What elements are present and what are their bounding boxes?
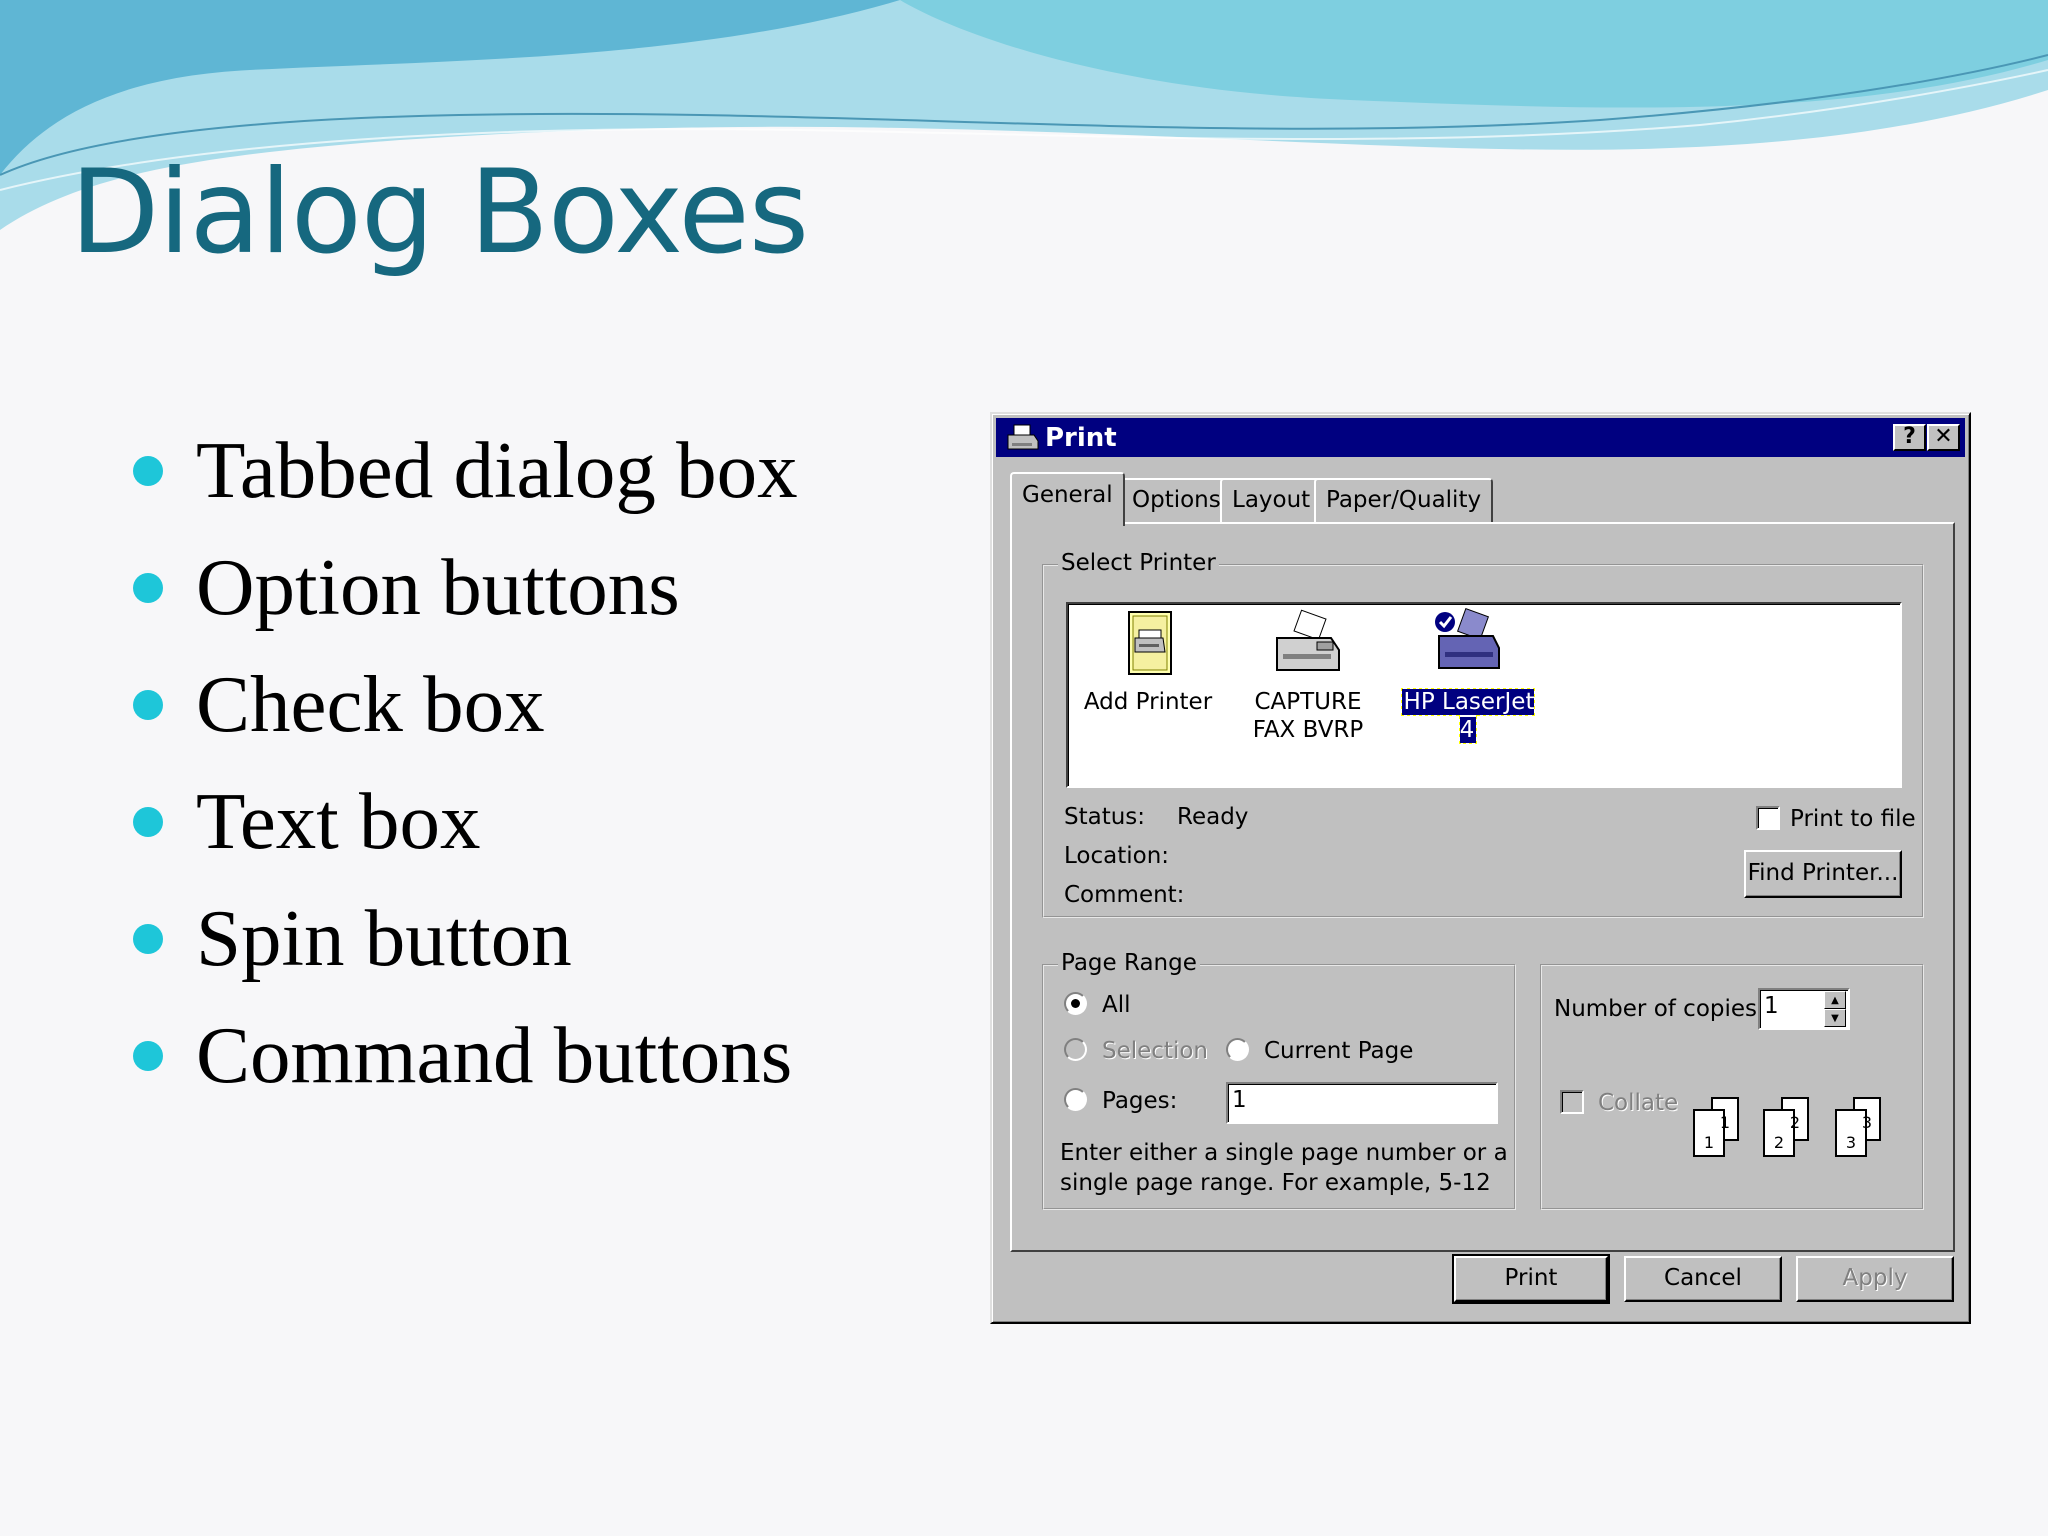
page-range-group: Page Range All Selection Current Page Pa…	[1042, 950, 1516, 1210]
fax-printer-icon	[1276, 609, 1340, 671]
bullet-item: Option buttons	[130, 537, 798, 654]
comment-label: Comment:	[1064, 882, 1185, 908]
bullet-dot-icon	[133, 1041, 163, 1071]
bullet-item: Tabbed dialog box	[130, 420, 798, 537]
printer-icon	[1007, 424, 1039, 450]
tab-layout[interactable]: Layout	[1220, 478, 1323, 522]
help-button[interactable]: ?	[1893, 424, 1926, 451]
radio-selection-label[interactable]: Selection	[1102, 1038, 1208, 1064]
laser-printer-icon	[1435, 608, 1500, 669]
tab-general[interactable]: General	[1010, 472, 1125, 526]
radio-all[interactable]	[1064, 992, 1087, 1015]
page-range-hint: Enter either a single page number or a s…	[1060, 1140, 1508, 1196]
radio-current-page[interactable]	[1226, 1038, 1249, 1061]
spin-down-button[interactable]: ▼	[1824, 1009, 1846, 1027]
add-printer-icon	[1128, 611, 1172, 675]
collate-page-number: 3	[1862, 1113, 1872, 1132]
copies-label: Number of copies:	[1554, 996, 1765, 1022]
bullet-item: Check box	[130, 654, 798, 771]
printer-label: CAPTURE FAX BVRP	[1252, 689, 1364, 743]
dialog-titlebar[interactable]: Print ? ✕	[996, 418, 1965, 457]
collate-page-number: 1	[1720, 1113, 1730, 1132]
collate-page-number: 2	[1790, 1113, 1800, 1132]
collate-page-number: 1	[1704, 1133, 1714, 1152]
bullet-item: Spin button	[130, 888, 798, 1005]
dialog-title: Print	[1045, 423, 1117, 453]
bullet-list: Tabbed dialog box Option buttons Check b…	[130, 420, 798, 1122]
select-printer-legend: Select Printer	[1058, 550, 1219, 576]
collate-checkbox[interactable]	[1560, 1090, 1584, 1114]
slide-title: Dialog Boxes	[70, 145, 809, 280]
printer-item-hp-laserjet[interactable]: HP LaserJet 4	[1393, 604, 1543, 754]
radio-pages-label[interactable]: Pages:	[1102, 1088, 1177, 1114]
bullet-dot-icon	[133, 924, 163, 954]
collate-pages-icon: 1 1 2 2 3 3	[1693, 1097, 1881, 1157]
print-to-file-label[interactable]: Print to file	[1790, 806, 1916, 832]
print-to-file-checkbox[interactable]	[1756, 806, 1780, 830]
bullet-item: Text box	[130, 771, 798, 888]
apply-button[interactable]: Apply	[1796, 1256, 1954, 1302]
close-button[interactable]: ✕	[1927, 424, 1960, 451]
tab-options[interactable]: Options	[1120, 478, 1233, 522]
tab-paper-quality[interactable]: Paper/Quality	[1314, 478, 1494, 522]
print-button[interactable]: Print	[1452, 1254, 1610, 1304]
radio-current-page-label[interactable]: Current Page	[1264, 1038, 1413, 1064]
bullet-dot-icon	[133, 456, 163, 486]
radio-pages[interactable]	[1064, 1088, 1087, 1111]
radio-all-label[interactable]: All	[1102, 992, 1131, 1018]
location-label: Location:	[1064, 843, 1170, 869]
printer-label-selected: HP LaserJet 4	[1400, 688, 1536, 744]
bullet-dot-icon	[133, 573, 163, 603]
find-printer-button[interactable]: Find Printer...	[1744, 850, 1902, 898]
printer-item-add-printer[interactable]: Add Printer	[1073, 604, 1223, 754]
print-dialog: Print ? ✕ General Options Layout Paper/Q…	[990, 412, 1971, 1324]
printer-list: Add Printer CAPTURE FAX BVRP HP LaserJet…	[1066, 602, 1902, 788]
tab-panel-general: Select Printer Add Printer CAPTURE FAX B…	[1010, 522, 1955, 1252]
status-label: Status:	[1064, 804, 1146, 830]
collate-page-number: 2	[1774, 1133, 1784, 1152]
status-value: Ready	[1177, 804, 1249, 830]
bullet-dot-icon	[133, 690, 163, 720]
bullet-dot-icon	[133, 807, 163, 837]
printer-label: Add Printer	[1083, 689, 1213, 715]
select-printer-group: Select Printer Add Printer CAPTURE FAX B…	[1042, 550, 1924, 918]
collate-page-number: 3	[1846, 1133, 1856, 1152]
cancel-button[interactable]: Cancel	[1624, 1256, 1782, 1302]
page-range-legend: Page Range	[1058, 950, 1200, 976]
bullet-item: Command buttons	[130, 1005, 798, 1122]
printer-item-capture-fax[interactable]: CAPTURE FAX BVRP	[1233, 604, 1383, 754]
collate-label[interactable]: Collate	[1598, 1090, 1678, 1116]
spin-up-button[interactable]: ▲	[1824, 991, 1846, 1009]
radio-selection[interactable]	[1064, 1038, 1087, 1061]
pages-input[interactable]: 1	[1226, 1082, 1498, 1124]
copies-group: Number of copies: 1 ▲ ▼ Collate 1 1 2 2 …	[1540, 964, 1924, 1210]
